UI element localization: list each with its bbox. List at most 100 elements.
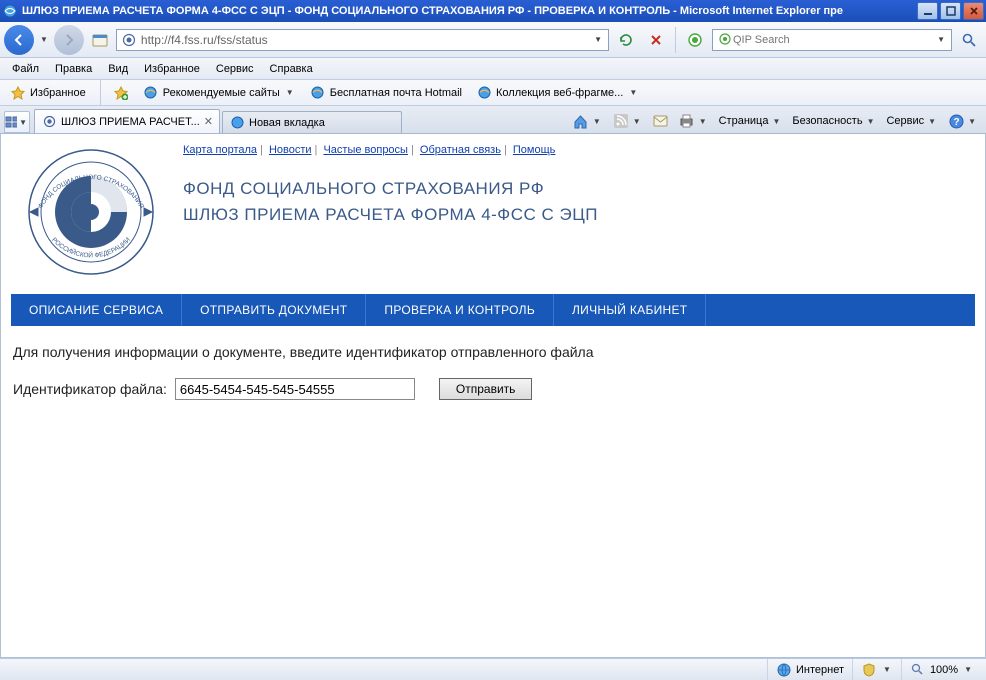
tab-active[interactable]: ШЛЮЗ ПРИЕМА РАСЧЕТ... ✕ — [34, 109, 220, 133]
tab-close-button[interactable]: ✕ — [204, 115, 213, 128]
status-zone-label: Интернет — [796, 664, 844, 676]
page-header: ФОНД СОЦИАЛЬНОГО СТРАХОВАНИЯ РОССИЙСКОЙ … — [11, 138, 975, 294]
link-feedback[interactable]: Обратная связь — [420, 144, 501, 156]
chevron-down-icon: ▼ — [865, 117, 877, 126]
file-id-label: Идентификатор файла: — [13, 381, 167, 397]
forward-button[interactable] — [54, 25, 84, 55]
page-menu[interactable]: Страница ▼ — [715, 113, 787, 129]
fav-link-recommended[interactable]: Рекомендуемые сайты ▼ — [139, 83, 300, 103]
nav-cabinet[interactable]: ЛИЧНЫЙ КАБИНЕТ — [554, 294, 706, 326]
ie-small-icon — [229, 115, 245, 131]
top-links: Карта портала| Новости| Частые вопросы| … — [183, 142, 975, 176]
qip-icon[interactable] — [682, 28, 708, 52]
print-icon — [679, 113, 695, 129]
help-button[interactable]: ? ▼ — [944, 111, 982, 131]
back-dropdown[interactable]: ▼ — [38, 35, 50, 44]
security-menu-label: Безопасность — [792, 115, 862, 127]
address-input[interactable] — [141, 33, 592, 47]
stop-button[interactable] — [643, 28, 669, 52]
minimize-button[interactable] — [917, 2, 938, 20]
link-faq[interactable]: Частые вопросы — [323, 144, 408, 156]
content-area: ФОНД СОЦИАЛЬНОГО СТРАХОВАНИЯ РОССИЙСКОЙ … — [0, 134, 986, 658]
tab-label: ШЛЮЗ ПРИЕМА РАСЧЕТ... — [61, 116, 200, 128]
menu-favorites[interactable]: Избранное — [136, 60, 208, 78]
favorites-button[interactable]: Избранное — [4, 83, 92, 103]
help-icon: ? — [948, 113, 964, 129]
link-help[interactable]: Помощь — [513, 144, 556, 156]
back-button[interactable] — [4, 25, 34, 55]
search-box[interactable]: ▼ — [712, 29, 952, 51]
org-logo: ФОНД СОЦИАЛЬНОГО СТРАХОВАНИЯ РОССИЙСКОЙ … — [11, 142, 171, 282]
chevron-down-icon: ▼ — [284, 88, 296, 97]
prompt-text: Для получения информации о документе, вв… — [13, 344, 973, 360]
search-dropdown[interactable]: ▼ — [935, 35, 947, 44]
search-input[interactable] — [733, 34, 935, 46]
favorites-label: Избранное — [30, 87, 86, 99]
fav-link-label: Бесплатная почта Hotmail — [330, 87, 462, 99]
fav-link-label: Коллекция веб-фрагме... — [496, 87, 623, 99]
status-zone: Интернет — [767, 659, 852, 680]
protected-mode: ▼ — [852, 659, 901, 680]
org-title-line2: ШЛЮЗ ПРИЕМА РАСЧЕТА ФОРМА 4-ФСС С ЭЦП — [183, 202, 975, 228]
ie-small-icon — [143, 85, 159, 101]
toolbar-separator — [675, 27, 676, 53]
submit-button[interactable]: Отправить — [439, 378, 533, 400]
fav-link-webfrag[interactable]: Коллекция веб-фрагме... ▼ — [472, 83, 643, 103]
tab-new[interactable]: Новая вкладка — [222, 111, 402, 133]
chevron-down-icon: ▼ — [962, 665, 974, 674]
feeds-button[interactable]: ▼ — [609, 111, 647, 131]
ie-icon — [2, 3, 18, 19]
mail-button[interactable] — [649, 111, 673, 131]
tab-label: Новая вкладка — [249, 117, 395, 129]
menu-help[interactable]: Справка — [262, 60, 321, 78]
security-menu[interactable]: Безопасность ▼ — [788, 113, 880, 129]
service-menu[interactable]: Сервис ▼ — [882, 113, 942, 129]
fav-link-label: Рекомендуемые сайты — [163, 87, 280, 99]
favbar-separator — [100, 80, 101, 106]
page-icon — [121, 32, 137, 48]
link-news[interactable]: Новости — [269, 144, 312, 156]
zoom-icon — [910, 662, 926, 678]
file-id-input[interactable] — [175, 378, 415, 400]
nav-description[interactable]: ОПИСАНИЕ СЕРВИСА — [11, 294, 182, 326]
nav-send[interactable]: ОТПРАВИТЬ ДОКУМЕНТ — [182, 294, 366, 326]
address-icon — [88, 28, 112, 52]
org-title-line1: ФОНД СОЦИАЛЬНОГО СТРАХОВАНИЯ РФ — [183, 176, 975, 202]
print-button[interactable]: ▼ — [675, 111, 713, 131]
home-button[interactable]: ▼ — [569, 111, 607, 131]
address-dropdown[interactable]: ▼ — [592, 35, 604, 44]
chevron-down-icon: ▼ — [591, 117, 603, 126]
page-menu-label: Страница — [719, 115, 769, 127]
search-provider-icon — [717, 32, 733, 48]
menu-edit[interactable]: Правка — [47, 60, 100, 78]
maximize-button[interactable] — [940, 2, 961, 20]
favorites-bar: Избранное Рекомендуемые сайты ▼ Бесплатн… — [0, 80, 986, 106]
statusbar: Интернет ▼ 100% ▼ — [0, 658, 986, 680]
chevron-down-icon: ▼ — [631, 117, 643, 126]
chevron-down-icon: ▼ — [770, 117, 782, 126]
chevron-down-icon: ▼ — [17, 118, 29, 127]
close-button[interactable] — [963, 2, 984, 20]
link-sitemap[interactable]: Карта портала — [183, 144, 257, 156]
service-menu-label: Сервис — [886, 115, 924, 127]
search-button[interactable] — [956, 28, 982, 52]
page-icon — [41, 114, 57, 130]
chevron-down-icon: ▼ — [966, 117, 978, 126]
address-bar[interactable]: ▼ — [116, 29, 609, 51]
zoom-control[interactable]: 100% ▼ — [901, 659, 982, 680]
chevron-down-icon: ▼ — [881, 665, 893, 674]
menu-file[interactable]: Файл — [4, 60, 47, 78]
menu-tools[interactable]: Сервис — [208, 60, 262, 78]
add-favorite-button[interactable] — [109, 83, 133, 103]
chevron-down-icon: ▼ — [627, 88, 639, 97]
quick-tabs-button[interactable]: ▼ — [4, 111, 30, 133]
star-add-icon — [113, 85, 129, 101]
tab-bar: ▼ ШЛЮЗ ПРИЕМА РАСЧЕТ... ✕ Новая вкладка … — [0, 106, 986, 134]
fav-link-hotmail[interactable]: Бесплатная почта Hotmail — [306, 83, 466, 103]
refresh-button[interactable] — [613, 28, 639, 52]
page-body: Для получения информации о документе, вв… — [11, 326, 975, 418]
nav-check[interactable]: ПРОВЕРКА И КОНТРОЛЬ — [366, 294, 554, 326]
shield-icon — [861, 662, 877, 678]
menu-view[interactable]: Вид — [100, 60, 136, 78]
zoom-value: 100% — [930, 664, 958, 676]
